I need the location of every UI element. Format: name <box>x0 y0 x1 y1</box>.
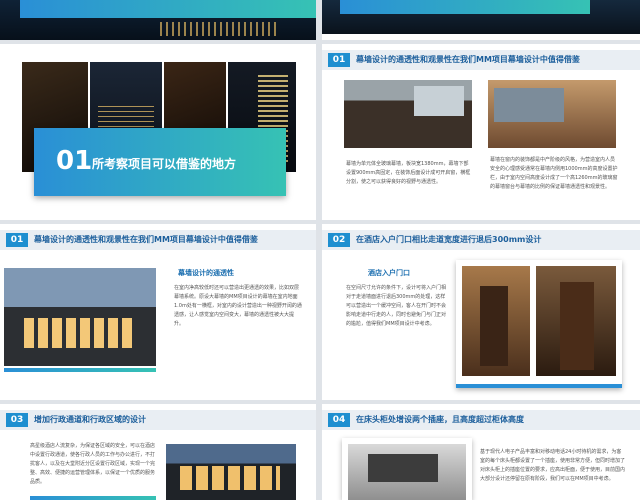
villa-dusk-photo <box>4 268 156 366</box>
cover-title: 所考察项目可以借鉴的地方 <box>92 157 237 171</box>
slide-entrance-door[interactable]: 02 在酒店入户门口相比走道宽度进行退后300mm设计 酒店入户门口 在空间尺寸… <box>322 224 640 400</box>
section-title: 幕墙设计的通透性和观景性在我们MM项目幕墙设计中值得借鉴 <box>34 235 258 244</box>
section-number: 01 <box>328 53 350 67</box>
bedside-photo <box>348 444 466 500</box>
content-text: 在室内净高较低时还可以营造出更通透的效果，比如双层幕墙系统。原设大幕墙的MM项目… <box>174 285 302 327</box>
content-subtitle: 酒店入户门口 <box>368 269 410 277</box>
section-title: 在酒店入户门口相比走道宽度进行退后300mm设计 <box>356 235 542 244</box>
window-view <box>414 86 464 116</box>
hotel-room-photo-left <box>344 80 472 148</box>
gradient-band <box>20 0 316 18</box>
content-text: 高星级酒店人流复杂，为保证各区域的安全，可以在酒店中设置行政通道，使各行政人员的… <box>30 443 156 485</box>
lit-windows <box>24 318 134 348</box>
corridor-door-photo-1 <box>462 266 530 376</box>
slide-top-right-partial[interactable] <box>322 0 640 40</box>
gradient-band <box>340 0 590 14</box>
section-title: 在床头柜处增设两个插座，且高度超过柜体高度 <box>356 415 524 424</box>
section-number: 01 <box>6 233 28 247</box>
accent-bar <box>4 368 156 372</box>
villa-night-photo <box>166 444 296 500</box>
slide-admin-passage[interactable]: 03 增加行政通道和行政区域的设计 高星级酒店人流复杂，为保证各区域的安全，可以… <box>0 404 316 500</box>
city-lights <box>160 22 280 36</box>
slide-curtain-wall-1[interactable]: 01 幕墙设计的通透性和观景性在我们MM项目幕墙设计中值得借鉴 幕墙为单元体全玻… <box>322 44 640 220</box>
corridor-door-photo-2 <box>536 266 616 376</box>
slide-header: 01 幕墙设计的通透性和观景性在我们MM项目幕墙设计中值得借鉴 <box>322 50 640 70</box>
right-description: 幕墙在窗内的装饰都是中产阶级的风格，为营造室内人员安全的心理感受通常在幕墙内侧用… <box>490 157 618 190</box>
content-subtitle: 幕墙设计的通透性 <box>178 269 234 277</box>
slide-curtain-wall-2[interactable]: 01 幕墙设计的通透性和观景性在我们MM项目幕墙设计中值得借鉴 幕墙设计的通透性… <box>0 224 316 400</box>
content-text: 在空间尺寸允许的条件下，设计可将入户门相对于走道墙面进行退后300mm的处理，这… <box>346 285 447 327</box>
slide-header: 02 在酒店入户门口相比走道宽度进行退后300mm设计 <box>322 230 640 250</box>
window-view <box>494 88 564 122</box>
slide-bedside-socket[interactable]: 04 在床头柜处增设两个插座，且高度超过柜体高度 基于现代人电子产品丰富和对移动… <box>322 404 640 500</box>
slide-header: 01 幕墙设计的通透性和观景性在我们MM项目幕墙设计中值得借鉴 <box>0 230 316 250</box>
section-title: 增加行政通道和行政区域的设计 <box>34 415 146 424</box>
left-description: 幕墙为单元体全玻璃幕墙，板块宽1380mm，幕墙下部设置900mm高固定，在装饰… <box>346 161 471 185</box>
hotel-room-photo-right <box>488 80 616 148</box>
slide-header: 03 增加行政通道和行政区域的设计 <box>0 410 316 430</box>
cover-number: 01 <box>56 146 93 176</box>
section-number: 02 <box>328 233 350 247</box>
section-number: 04 <box>328 413 350 427</box>
slide-top-left-partial[interactable] <box>0 0 316 40</box>
slide-header: 04 在床头柜处增设两个插座，且高度超过柜体高度 <box>322 410 640 430</box>
door-shape <box>560 282 594 370</box>
cover-title-band: 01 所考察项目可以借鉴的地方 <box>34 128 286 196</box>
lit-windows <box>180 466 280 490</box>
door-shape <box>480 286 508 366</box>
content-text: 基于现代人电子产品丰富和对移动电话24小时待机的需求，为客室的每个床头柜都设置了… <box>480 449 626 482</box>
section-number: 03 <box>6 413 28 427</box>
accent-bar <box>30 496 156 500</box>
slide-cover[interactable]: 01 所考察项目可以借鉴的地方 <box>0 44 316 220</box>
section-title: 幕墙设计的通透性和观景性在我们MM项目幕墙设计中值得借鉴 <box>356 55 580 64</box>
wall-panel <box>368 454 438 482</box>
